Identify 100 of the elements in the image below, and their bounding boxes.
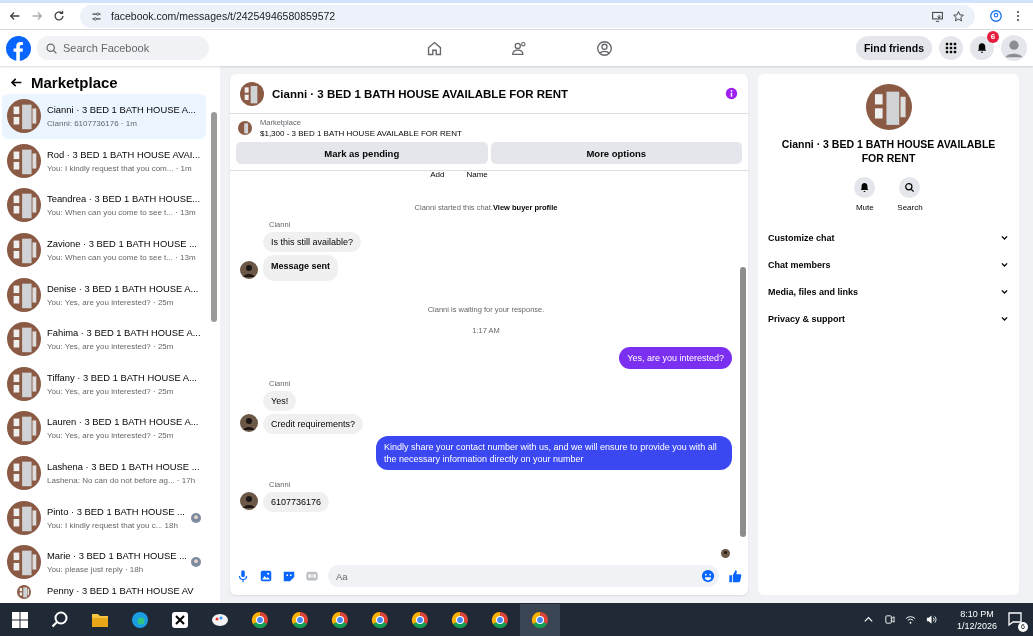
conversation-item[interactable]: Pinto · 3 BED 1 BATH HOUSE ... You: I kindly request that you c... 18h bbox=[2, 495, 206, 540]
conversation-preview: You: please just reply · 18h bbox=[47, 565, 145, 575]
partial-text: Name bbox=[466, 170, 488, 179]
thumbs-up-icon[interactable] bbox=[728, 569, 742, 583]
address-bar[interactable]: facebook.com/messages/t/24254946580859572 bbox=[80, 4, 975, 28]
house-thumbnail bbox=[240, 81, 264, 106]
conversation-preview: You: When can you come to see t... · 13m bbox=[47, 208, 197, 218]
back-arrow-icon[interactable] bbox=[10, 76, 23, 89]
bell-icon bbox=[859, 182, 871, 194]
chevron-up-icon[interactable] bbox=[862, 614, 874, 625]
conversation-title: Teandrea · 3 BED 1 BATH HOUSE... bbox=[47, 193, 201, 206]
listing-action-button[interactable]: Mark as pending bbox=[236, 142, 488, 164]
conversation-item[interactable]: Zavione · 3 BED 1 BATH HOUSE ... You: When can you come to see t... · 13m bbox=[2, 227, 206, 273]
conversation-preview: You: Yes, are you interested? · 25m bbox=[47, 386, 175, 396]
conversation-item[interactable]: Denise · 3 BED 1 BATH HOUSE A... You: Yes, are you interested? · 25m bbox=[2, 272, 206, 317]
house-thumbnail bbox=[7, 99, 41, 134]
details-section[interactable]: Chat members bbox=[768, 251, 1009, 279]
conversation-item[interactable]: Rod · 3 BED 1 BATH HOUSE AVAI... You: I kindly request that you com... · 1m bbox=[2, 138, 206, 184]
conversation-title: Lauren · 3 BED 1 BATH HOUSE A... bbox=[47, 416, 200, 429]
photo-icon[interactable] bbox=[259, 569, 273, 583]
house-thumbnail bbox=[7, 277, 41, 312]
menu-grid-button[interactable] bbox=[939, 36, 963, 60]
sidebar-title: Marketplace bbox=[31, 74, 118, 91]
details-section[interactable]: Privacy & support bbox=[768, 305, 1009, 333]
incoming-message: Is this still available? bbox=[263, 232, 362, 252]
speaker-icon[interactable] bbox=[925, 614, 937, 625]
bell-icon bbox=[976, 42, 988, 54]
microphone-icon[interactable] bbox=[236, 569, 250, 583]
conversation-preview: You: I kindly request that you com... · 1m bbox=[47, 163, 193, 173]
outgoing-message: Kindly share your contact number with us, and we will ensure to provide you with all the necessary information directly on your number bbox=[376, 436, 732, 471]
install-app-icon[interactable] bbox=[931, 9, 944, 23]
incoming-message: Yes! bbox=[263, 391, 297, 412]
conversation-preview: You: I kindly request that you c... 18h bbox=[47, 520, 179, 530]
conversation-title: Marie · 3 BED 1 BATH HOUSE ... bbox=[47, 550, 185, 563]
conversation-title: Zavione · 3 BED 1 BATH HOUSE ... bbox=[47, 238, 198, 251]
conversation-title: Penny · 3 BED 1 BATH HOUSE AV bbox=[47, 584, 195, 597]
listing-action-button[interactable]: More options bbox=[490, 142, 742, 164]
conversation-preview: Lashena: No can do not before ag... · 17h bbox=[47, 476, 197, 486]
find-friends-button[interactable]: Find friends bbox=[855, 36, 932, 60]
sticker-icon[interactable] bbox=[282, 569, 296, 583]
search-field[interactable]: Search Facebook bbox=[37, 36, 209, 60]
back-icon[interactable] bbox=[8, 9, 22, 23]
house-thumbnail bbox=[7, 322, 41, 357]
conversation-title: Denise · 3 BED 1 BATH HOUSE A... bbox=[47, 282, 200, 295]
conversation-preview: You: Yes, are you interested? · 25m bbox=[47, 431, 175, 441]
conversation-title: Cianni · 3 BED 1 BATH HOUSE A... bbox=[47, 104, 197, 117]
search-icon bbox=[45, 41, 58, 55]
friends-icon[interactable] bbox=[511, 39, 528, 57]
incoming-message: Credit requirements? bbox=[263, 414, 364, 435]
conversation-item[interactable]: Penny · 3 BED 1 BATH HOUSE AV bbox=[2, 584, 206, 603]
mute-button[interactable] bbox=[854, 177, 876, 199]
details-section[interactable]: Customize chat bbox=[768, 224, 1009, 252]
conversation-preview: You: Yes, are you interested? · 25m bbox=[47, 297, 175, 307]
message-input[interactable]: Aa bbox=[328, 565, 719, 587]
conversation-preview: You: Yes, are you interested? · 25m bbox=[47, 342, 175, 352]
account-avatar-icon[interactable] bbox=[1001, 35, 1027, 61]
conversation-item[interactable]: Cianni · 3 BED 1 BATH HOUSE A... Cianni: 6107736176 · 1m bbox=[2, 94, 206, 139]
details-section[interactable]: Media, files and links bbox=[768, 278, 1009, 306]
emoji-icon[interactable] bbox=[701, 569, 715, 583]
house-thumbnail bbox=[7, 366, 41, 401]
conversation-title: Tiffany · 3 BED 1 BATH HOUSE A... bbox=[47, 371, 198, 384]
conversation-title: Pinto · 3 BED 1 BATH HOUSE ... bbox=[47, 505, 185, 518]
conversation-preview: You: When can you come to see t... · 13m bbox=[47, 253, 197, 263]
action-label: Search bbox=[897, 203, 923, 213]
read-receipt-avatar-icon bbox=[721, 549, 730, 558]
profile-circle-icon[interactable] bbox=[596, 39, 613, 57]
notification-icon bbox=[1007, 610, 1023, 627]
conversation-title: Rod · 3 BED 1 BATH HOUSE AVAI... bbox=[47, 148, 201, 161]
house-thumbnail bbox=[7, 456, 41, 491]
house-thumbnail bbox=[238, 121, 252, 135]
clock[interactable]: 8:10 PM 1/12/2026 bbox=[956, 608, 997, 631]
conversation-item[interactable]: Lashena · 3 BED 1 BATH HOUSE ... Lashena: No can do not before ag... · 17h bbox=[2, 450, 206, 496]
chrome-icon[interactable] bbox=[520, 603, 560, 636]
bookmark-star-icon[interactable] bbox=[952, 9, 965, 23]
site-settings-icon bbox=[90, 9, 103, 23]
home-icon[interactable] bbox=[426, 39, 443, 57]
details-title: Cianni · 3 BED 1 BATH HOUSE AVAILABLE FOR RENT bbox=[780, 138, 997, 166]
notifications-button[interactable] bbox=[970, 36, 994, 60]
search-icon bbox=[904, 182, 916, 194]
profile-icon[interactable] bbox=[989, 9, 1003, 23]
search-button[interactable] bbox=[899, 177, 921, 199]
reload-icon[interactable] bbox=[52, 9, 66, 23]
conversation-item[interactable]: Teandrea · 3 BED 1 BATH HOUSE... You: When can you come to see t... · 13m bbox=[2, 183, 206, 228]
incoming-message: Message sent bbox=[263, 255, 339, 281]
listing-title: $1,300 - 3 BED 1 BATH HOUSE AVAILABLE FOR RENT bbox=[260, 129, 462, 138]
conversation-item[interactable]: Lauren · 3 BED 1 BATH HOUSE A... You: Yes, are you interested? · 25m bbox=[2, 406, 206, 451]
chevron-down-icon bbox=[1000, 260, 1009, 270]
chevron-down-icon bbox=[1000, 314, 1009, 324]
facebook-logo-icon[interactable] bbox=[6, 35, 31, 61]
chevron-down-icon bbox=[1000, 233, 1009, 243]
grid-icon bbox=[945, 42, 957, 54]
conversation-preview: Cianni: 6107736176 · 1m bbox=[47, 119, 138, 129]
conversation-item[interactable]: Fahima · 3 BED 1 BATH HOUSE A... You: Yes, are you interested? · 25m bbox=[2, 316, 206, 362]
action-label: Mute bbox=[855, 203, 874, 213]
conversation-item[interactable]: Tiffany · 3 BED 1 BATH HOUSE A... You: Yes, are you interested? · 25m bbox=[2, 361, 206, 407]
wifi-icon[interactable] bbox=[904, 614, 916, 625]
conversation-title: Lashena · 3 BED 1 BATH HOUSE ... bbox=[47, 461, 201, 474]
house-thumbnail bbox=[7, 233, 41, 268]
info-icon[interactable] bbox=[725, 87, 738, 100]
conversation-item[interactable]: Marie · 3 BED 1 BATH HOUSE ... You: please just reply · 18h bbox=[2, 539, 206, 585]
